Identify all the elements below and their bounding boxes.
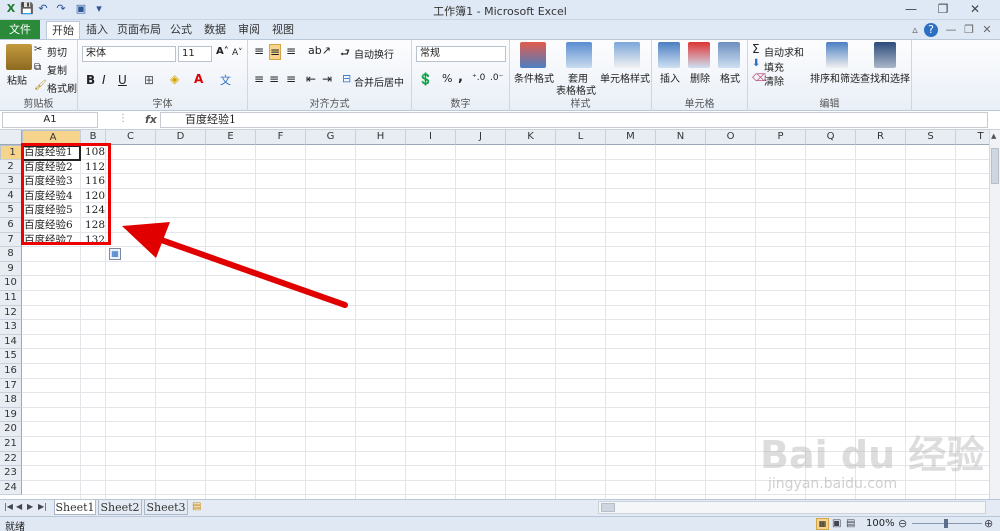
first-sheet-icon[interactable]: |◀ — [4, 502, 13, 511]
insert-sheet-icon[interactable]: ▤ — [192, 501, 201, 512]
watermark-url: jingyan.baidu.com — [768, 476, 898, 492]
normal-view-icon[interactable]: ▦ — [816, 518, 829, 530]
next-sheet-icon[interactable]: ▶ — [27, 502, 33, 511]
zoom-level[interactable]: 100% — [866, 518, 895, 529]
status-bar: 就绪 ▦ ▣ ▤ 100% ⊖ ⊕ — [0, 516, 1000, 531]
prev-sheet-icon[interactable]: ◀ — [16, 502, 22, 511]
page-layout-view-icon[interactable]: ▣ — [832, 518, 841, 529]
sheet-tab-2[interactable]: Sheet2 — [98, 500, 142, 515]
horizontal-scroll-thumb[interactable] — [601, 503, 615, 512]
zoom-out-icon[interactable]: ⊖ — [898, 517, 907, 530]
sheet-tab-3[interactable]: Sheet3 — [144, 500, 188, 515]
zoom-in-icon[interactable]: ⊕ — [984, 517, 993, 530]
sheet-tab-1[interactable]: Sheet1 — [54, 500, 96, 515]
watermark-brand: Bai du 经验 — [760, 433, 985, 477]
last-sheet-icon[interactable]: ▶| — [38, 502, 47, 511]
status-ready: 就绪 — [5, 522, 25, 531]
horizontal-scrollbar[interactable] — [598, 501, 986, 514]
page-break-view-icon[interactable]: ▤ — [846, 518, 855, 529]
zoom-slider-thumb[interactable] — [944, 519, 948, 528]
